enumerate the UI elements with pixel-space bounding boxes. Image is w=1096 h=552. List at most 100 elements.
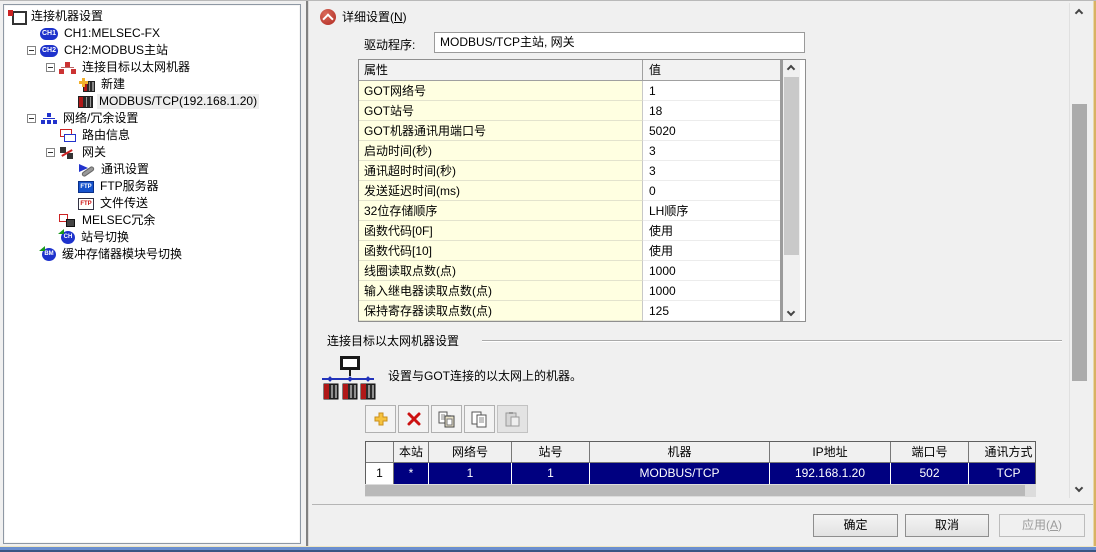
column-header[interactable]: 本站 <box>394 442 429 463</box>
scroll-down-icon[interactable] <box>1075 484 1083 492</box>
tree-item-label[interactable]: MELSEC冗余 <box>80 213 157 228</box>
device-cell[interactable]: TCP <box>969 463 1036 484</box>
collapse-box-icon[interactable] <box>46 63 55 72</box>
tree-item[interactable]: 新建 <box>4 76 300 93</box>
device-table-row[interactable]: 1*11MODBUS/TCP192.168.1.20502TCP <box>366 463 1036 484</box>
column-header[interactable]: 站号 <box>512 442 590 463</box>
property-value[interactable]: 5020 <box>643 121 780 141</box>
section-rule <box>482 340 1062 342</box>
tree-item[interactable]: BM缓冲存储器模块号切换 <box>4 246 300 263</box>
ok-button[interactable]: 确定 <box>813 514 898 537</box>
comm-settings-icon <box>78 163 95 177</box>
tree-item-label[interactable]: MODBUS/TCP(192.168.1.20) <box>97 94 259 109</box>
property-row: 保持寄存器读取点数(点)125 <box>359 301 780 321</box>
panel-splitter[interactable] <box>306 1 309 547</box>
property-name: GOT网络号 <box>359 81 643 101</box>
property-value[interactable]: 125 <box>643 301 780 321</box>
hscrollbar-thumb[interactable] <box>365 485 1025 496</box>
property-name: GOT机器通讯用端口号 <box>359 121 643 141</box>
tree-item[interactable]: MELSEC冗余 <box>4 212 300 229</box>
property-row: GOT机器通讯用端口号5020 <box>359 121 780 141</box>
property-row: 函数代码[0F]使用 <box>359 221 780 241</box>
device-table-hscrollbar[interactable] <box>365 484 1036 497</box>
device-cell[interactable]: 1 <box>512 463 590 484</box>
property-name: 输入继电器读取点数(点) <box>359 281 643 301</box>
scrollbar-thumb[interactable] <box>1072 104 1087 381</box>
tree-item-label[interactable]: 缓冲存储器模块号切换 <box>60 247 184 262</box>
property-value[interactable]: 1 <box>643 81 780 101</box>
ethernet-device-table: 本站网络号站号机器IP地址端口号通讯方式1*11MODBUS/TCP192.16… <box>365 441 1036 485</box>
column-header[interactable]: 通讯方式 <box>969 442 1036 463</box>
tree-item[interactable]: CH站号切换 <box>4 229 300 246</box>
apply-button: 应用(A) <box>999 514 1085 537</box>
tree-item-label[interactable]: CH1:MELSEC-FX <box>62 26 162 41</box>
row-number-cell[interactable]: 1 <box>366 463 394 484</box>
tree-item-label[interactable]: 通讯设置 <box>99 162 151 177</box>
tree-item-label[interactable]: 网关 <box>80 145 108 160</box>
tree-item[interactable]: CH2CH2:MODBUS主站 <box>4 42 300 59</box>
tree-item[interactable]: 网络/冗余设置 <box>4 110 300 127</box>
device-cell[interactable]: * <box>394 463 429 484</box>
scroll-down-icon[interactable] <box>787 308 795 316</box>
tree-item-label[interactable]: 新建 <box>99 77 127 92</box>
scroll-up-icon[interactable] <box>1075 9 1083 17</box>
scrollbar-thumb[interactable] <box>784 77 799 255</box>
property-value[interactable]: 0 <box>643 181 780 201</box>
driver-field[interactable]: MODBUS/TCP主站, 网关 <box>434 32 805 53</box>
property-value[interactable]: 1000 <box>643 281 780 301</box>
device-cell[interactable]: MODBUS/TCP <box>590 463 770 484</box>
device-cell[interactable]: 192.168.1.20 <box>770 463 891 484</box>
property-value[interactable]: 使用 <box>643 221 780 241</box>
value-column-header[interactable]: 值 <box>643 60 780 80</box>
property-row: GOT网络号1 <box>359 81 780 101</box>
column-header[interactable]: 机器 <box>590 442 770 463</box>
property-value[interactable]: 3 <box>643 161 780 181</box>
delete-device-button[interactable] <box>398 405 429 433</box>
collapse-chevron-icon[interactable] <box>320 9 336 25</box>
tree-item-label[interactable]: 网络/冗余设置 <box>61 111 140 126</box>
tree-item-label[interactable]: CH2:MODBUS主站 <box>62 43 170 58</box>
property-row: 线圈读取点数(点)1000 <box>359 261 780 281</box>
tree-item[interactable]: CH1CH1:MELSEC-FX <box>4 25 300 42</box>
footer-separator <box>312 504 1096 505</box>
panel-scrollbar[interactable] <box>1069 3 1089 498</box>
property-row: GOT站号18 <box>359 101 780 121</box>
copy-paste-button[interactable] <box>431 405 462 433</box>
collapse-box-icon[interactable] <box>27 46 36 55</box>
tree-item[interactable]: MODBUS/TCP(192.168.1.20) <box>4 93 300 110</box>
tree-item[interactable]: 连接目标以太网机器 <box>4 59 300 76</box>
tree-item[interactable]: 网关 <box>4 144 300 161</box>
tree-item[interactable]: 通讯设置 <box>4 161 300 178</box>
cancel-button[interactable]: 取消 <box>905 514 989 537</box>
property-value[interactable]: 使用 <box>643 241 780 261</box>
tree-item-label[interactable]: 连接机器设置 <box>29 9 105 24</box>
add-device-button[interactable] <box>365 405 396 433</box>
column-header[interactable]: 网络号 <box>429 442 512 463</box>
column-header[interactable]: IP地址 <box>770 442 891 463</box>
property-grid-scrollbar[interactable] <box>783 60 800 321</box>
collapse-box-icon[interactable] <box>46 148 55 157</box>
tree-item-label[interactable]: FTP服务器 <box>98 179 161 194</box>
property-value[interactable]: LH顺序 <box>643 201 780 221</box>
property-value[interactable]: 3 <box>643 141 780 161</box>
column-header[interactable]: 端口号 <box>891 442 969 463</box>
tree-item-label[interactable]: 连接目标以太网机器 <box>80 60 192 75</box>
tree-item-label[interactable]: 文件传送 <box>98 196 150 211</box>
tree-item[interactable]: FTPFTP服务器 <box>4 178 300 195</box>
attr-column-header[interactable]: 属性 <box>359 60 643 80</box>
collapse-box-icon[interactable] <box>27 114 36 123</box>
device-cell[interactable]: 502 <box>891 463 969 484</box>
tree-item[interactable]: 连接机器设置 <box>4 8 300 25</box>
property-value[interactable]: 18 <box>643 101 780 121</box>
device-cell[interactable]: 1 <box>429 463 512 484</box>
scroll-up-icon[interactable] <box>787 65 795 73</box>
tree-item[interactable]: FTP文件传送 <box>4 195 300 212</box>
tree-item-label[interactable]: 站号切换 <box>79 230 131 245</box>
ethernet-devices-icon <box>320 355 376 403</box>
tree-item[interactable]: 路由信息 <box>4 127 300 144</box>
tree-item-label[interactable]: 路由信息 <box>80 128 132 143</box>
property-value[interactable]: 1000 <box>643 261 780 281</box>
copy-button[interactable] <box>464 405 495 433</box>
ethernet-section-title: 连接目标以太网机器设置 <box>327 332 459 349</box>
column-header[interactable] <box>366 442 394 463</box>
